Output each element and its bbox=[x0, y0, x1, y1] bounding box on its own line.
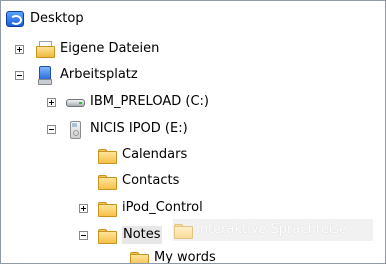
tree-item-arbeitsplatz[interactable]: Arbeitsplatz bbox=[35, 63, 138, 87]
tree-item-label: Arbeitsplatz bbox=[60, 67, 138, 82]
ipod-icon bbox=[65, 120, 85, 139]
tree-item-desktop[interactable]: Desktop bbox=[5, 7, 84, 31]
computer-icon bbox=[35, 66, 55, 85]
tree-item-label: NICIS IPOD (E:) bbox=[90, 121, 188, 136]
tree-item-ipod-control[interactable]: iPod_Control bbox=[97, 196, 203, 220]
tree-item-my-words[interactable]: My words bbox=[129, 246, 216, 264]
folder-icon bbox=[97, 146, 117, 164]
folder-icon bbox=[129, 249, 149, 263]
folder-icon bbox=[173, 221, 193, 239]
folder-icon bbox=[97, 199, 117, 217]
collapse-toggle-nicis-ipod[interactable] bbox=[47, 125, 56, 134]
tree-item-ibm-preload[interactable]: IBM_PRELOAD (C:) bbox=[65, 90, 209, 114]
tree-item-label: Calendars bbox=[122, 147, 188, 162]
collapse-toggle-notes[interactable] bbox=[79, 231, 88, 240]
tree-item-label: Contacts bbox=[122, 173, 180, 188]
open-folder-icon bbox=[97, 226, 117, 244]
tree-item-label: Eigene Dateien bbox=[60, 41, 160, 56]
tree-item-contacts[interactable]: Contacts bbox=[97, 169, 179, 193]
tree-item-label: iPod_Control bbox=[122, 200, 203, 215]
hard-drive-icon bbox=[65, 93, 85, 111]
folder-icon bbox=[97, 172, 117, 190]
desktop-icon bbox=[5, 10, 25, 28]
tree-item-notes[interactable]: Notes bbox=[97, 223, 162, 247]
folder-tree: Desktop Eigene Dateien Arbeitsplatz IBM_… bbox=[0, 0, 386, 264]
collapse-toggle-arbeitsplatz[interactable] bbox=[15, 71, 24, 80]
expand-toggle-ipod-control[interactable] bbox=[79, 204, 88, 213]
my-documents-icon bbox=[35, 40, 55, 58]
expand-toggle-ibm-preload[interactable] bbox=[47, 98, 56, 107]
tree-item-label: Desktop bbox=[30, 11, 84, 26]
tree-item-label: IBM_PRELOAD (C:) bbox=[90, 94, 209, 109]
tree-item-label: My words bbox=[154, 250, 216, 264]
drag-ghost: Interaktive Sprachreise bbox=[173, 219, 373, 241]
drag-ghost-label: Interaktive Sprachreise bbox=[196, 222, 348, 237]
expand-toggle-eigene-dateien[interactable] bbox=[15, 45, 24, 54]
tree-item-eigene-dateien[interactable]: Eigene Dateien bbox=[35, 37, 159, 61]
tree-item-calendars[interactable]: Calendars bbox=[97, 143, 187, 167]
tree-item-nicis-ipod[interactable]: NICIS IPOD (E:) bbox=[65, 117, 188, 141]
tree-item-label: Notes bbox=[122, 226, 162, 244]
